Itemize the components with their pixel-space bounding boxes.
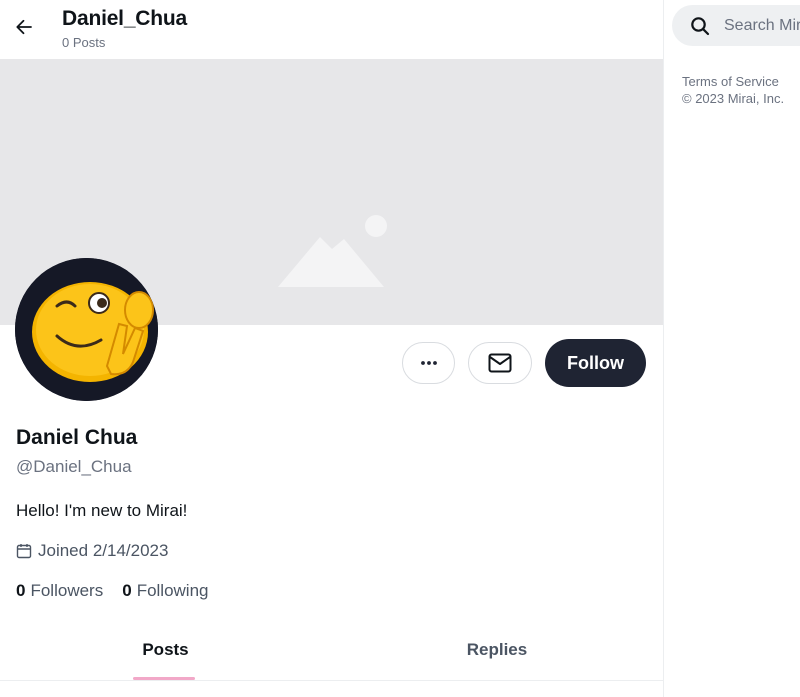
arrow-left-icon [16,19,32,35]
copyright-text: © 2023 Mirai, Inc. [682,91,785,106]
followers-label: Followers [30,581,104,600]
followers-link[interactable]: 0 Followers [16,581,103,601]
calendar-icon [16,543,32,559]
avatar[interactable] [15,258,158,401]
follow-stats: 0 Followers 0 Following [16,581,228,601]
profile-joined-date: Joined 2/14/2023 [16,541,168,561]
back-button[interactable] [8,11,40,43]
profile-bio: Hello! I'm new to Mirai! [16,501,188,520]
search-box[interactable] [672,5,800,46]
tab-posts[interactable]: Posts [0,620,331,680]
tabs-divider [0,680,663,681]
followers-count: 0 [16,581,26,600]
profile-column: Daniel_Chua 0 Posts Follow Daniel Chua @… [0,0,663,697]
profile-display-name: Daniel Chua [16,426,138,449]
search-icon [691,16,710,35]
header-title: Daniel_Chua [62,7,187,30]
search-input[interactable] [724,16,800,35]
image-placeholder-icon [278,215,387,287]
profile-handle: @Daniel_Chua [16,457,132,476]
following-label: Following [136,581,209,600]
more-options-button[interactable] [402,342,455,384]
avatar-emoji-icon [15,258,158,401]
sidebar-footer: Terms of Service © 2023 Mirai, Inc. [682,73,784,107]
profile-header: Daniel_Chua 0 Posts [0,0,663,59]
more-horizontal-icon [420,361,437,365]
following-link[interactable]: 0 Following [122,581,208,601]
profile-tabs: Posts Replies [0,620,663,680]
terms-of-service-link[interactable]: Terms of Service [682,73,784,90]
mail-icon [488,353,512,373]
header-post-count: 0 Posts [62,35,106,50]
message-button[interactable] [468,342,532,384]
follow-button[interactable]: Follow [545,339,646,387]
tab-replies[interactable]: Replies [331,620,663,680]
joined-text: Joined 2/14/2023 [38,541,169,560]
following-count: 0 [122,581,132,600]
